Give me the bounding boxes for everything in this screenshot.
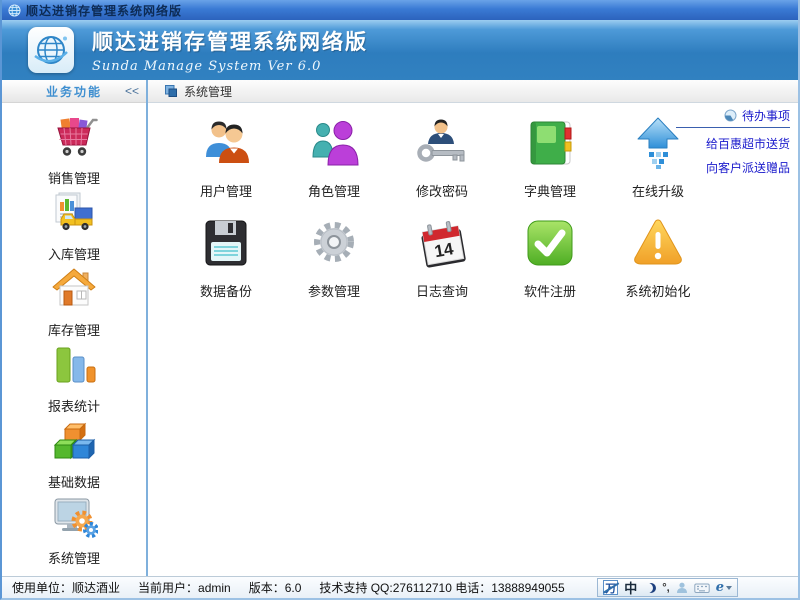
status-support: 技术支持 QQ:276112710 电话：13888949055	[319, 579, 564, 596]
module-label: 数据备份	[200, 281, 252, 300]
bar-chart-icon	[50, 340, 98, 393]
tab-label: 系统管理	[184, 83, 232, 100]
sidebar-list: 销售管理	[2, 103, 146, 576]
sidebar-item-label: 基础数据	[48, 472, 100, 491]
sidebar-item-label: 报表统计	[48, 396, 100, 415]
sidebar-item-inventory[interactable]: 库存管理	[2, 263, 146, 339]
ime-keyboard-icon[interactable]	[694, 582, 710, 594]
users-icon	[198, 115, 254, 176]
shopping-cart-icon	[50, 112, 98, 165]
title-bar: 顺达进销存管理系统网络版	[2, 0, 798, 20]
window-title: 顺达进销存管理系统网络版	[26, 2, 182, 19]
tab-bar: 系统管理	[148, 80, 798, 103]
module-data-backup[interactable]: 数据备份	[172, 215, 280, 297]
ime-user-icon[interactable]	[676, 582, 688, 594]
ime-language-toggle[interactable]: 中	[624, 578, 637, 597]
todo-link-delivery[interactable]: 给百惠超市送货	[676, 135, 790, 152]
module-dictionary-management[interactable]: 字典管理	[496, 115, 604, 197]
sidebar-item-reports[interactable]: 报表统计	[2, 339, 146, 415]
sidebar-item-sales[interactable]: 销售管理	[2, 111, 146, 187]
status-current-user: 当前用户：admin	[138, 579, 231, 596]
sidebar-item-label: 入库管理	[48, 244, 100, 263]
header-text: 顺达进销存管理系统网络版 Sunda Manage System Ver 6.0	[92, 26, 368, 74]
module-software-register[interactable]: 软件注册	[496, 215, 604, 297]
body-row: 业务功能 <<	[2, 80, 798, 576]
pie-clock-icon	[724, 109, 737, 122]
status-company: 使用单位：顺达酒业	[12, 579, 120, 596]
ime-punctuation-toggle[interactable]: °,	[662, 582, 669, 594]
sidebar: 业务功能 <<	[2, 80, 148, 576]
cubes-icon	[50, 416, 98, 469]
module-icon-grid: 用户管理 角色管理	[172, 115, 712, 297]
collapse-sidebar-button[interactable]: <<	[125, 84, 139, 98]
module-log-query[interactable]: 14 日志查询	[388, 215, 496, 297]
module-label: 软件注册	[524, 281, 576, 300]
module-role-management[interactable]: 角色管理	[280, 115, 388, 197]
status-bar: 使用单位：顺达酒业 当前用户：admin 版本：6.0 技术支持 QQ:2761…	[2, 576, 798, 598]
module-label: 角色管理	[308, 181, 360, 200]
user-key-icon	[414, 115, 470, 176]
floppy-disk-icon	[198, 215, 254, 276]
documents-truck-icon	[50, 188, 98, 241]
sidebar-item-system[interactable]: 系统管理	[2, 491, 146, 567]
window-tab-icon	[164, 84, 178, 98]
module-label: 用户管理	[200, 181, 252, 200]
dropdown-arrow-icon	[726, 586, 732, 590]
calendar-icon: 14	[414, 215, 470, 276]
main-panel: 系统管理	[148, 80, 798, 576]
page-title: 顺达进销存管理系统网络版	[92, 26, 368, 56]
ime-options-button[interactable]: e	[716, 580, 732, 595]
monitor-gears-icon	[50, 492, 98, 545]
module-label: 在线升级	[632, 181, 684, 200]
module-label: 系统初始化	[625, 281, 690, 300]
module-label: 修改密码	[416, 181, 468, 200]
module-system-initialize[interactable]: 系统初始化	[604, 215, 712, 297]
sidebar-item-inbound[interactable]: 入库管理	[2, 187, 146, 263]
calendar-day-number: 14	[433, 239, 455, 261]
status-version: 版本：6.0	[249, 579, 302, 596]
sidebar-item-basedata[interactable]: 基础数据	[2, 415, 146, 491]
todo-link-gifts[interactable]: 向客户派送赠品	[676, 159, 790, 176]
ime-shape-moon-icon[interactable]	[643, 583, 653, 593]
module-parameter-management[interactable]: 参数管理	[280, 215, 388, 297]
role-figures-icon	[306, 115, 362, 176]
app-header: 顺达进销存管理系统网络版 Sunda Manage System Ver 6.0	[2, 20, 798, 80]
green-book-icon	[522, 115, 578, 176]
todo-title-link[interactable]: 待办事项	[676, 107, 790, 128]
page-subtitle: Sunda Manage System Ver 6.0	[92, 59, 368, 74]
module-user-management[interactable]: 用户管理	[172, 115, 280, 197]
tab-system-management[interactable]: 系统管理	[154, 80, 242, 102]
sidebar-title: 业务功能	[46, 83, 102, 100]
todo-title-label: 待办事项	[742, 107, 790, 124]
app-window: 顺达进销存管理系统网络版 顺达进销存管理系统网络版 Sunda Manage S…	[0, 0, 800, 600]
sidebar-item-label: 系统管理	[48, 548, 100, 567]
module-label: 日志查询	[416, 281, 468, 300]
module-label: 参数管理	[308, 281, 360, 300]
sidebar-item-label: 库存管理	[48, 320, 100, 339]
sidebar-item-label: 销售管理	[48, 168, 100, 187]
content-area: 用户管理 角色管理	[148, 103, 798, 576]
app-logo-icon	[28, 27, 74, 73]
ime-language-bar: 万 中 °, e	[597, 578, 738, 597]
ime-fullwidth-toggle[interactable]: 万	[603, 580, 618, 595]
app-globe-icon	[8, 4, 21, 17]
module-change-password[interactable]: 修改密码	[388, 115, 496, 197]
warning-triangle-icon	[630, 215, 686, 276]
house-icon	[50, 264, 98, 317]
ime-options-icon: e	[716, 580, 724, 595]
module-label: 字典管理	[524, 181, 576, 200]
check-mark-icon	[522, 215, 578, 276]
sidebar-header: 业务功能 <<	[2, 80, 146, 103]
todo-panel: 待办事项 给百惠超市送货 向客户派送赠品	[676, 107, 790, 176]
gear-icon	[306, 215, 362, 276]
